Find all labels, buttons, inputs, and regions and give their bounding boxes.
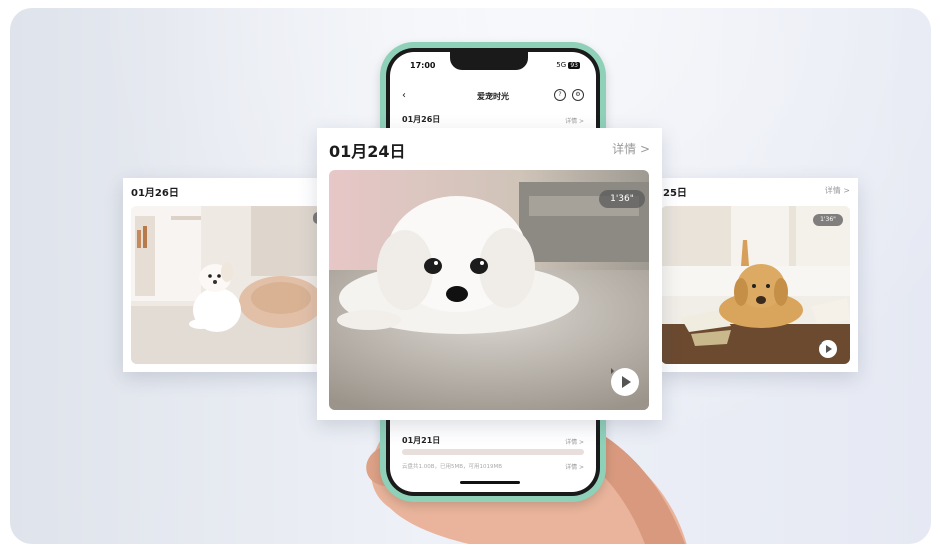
duration-badge-right: 1'36" <box>813 214 843 226</box>
status-time: 17:00 <box>410 61 436 70</box>
battery-icon: 93 <box>568 62 580 69</box>
dog-photo-left <box>131 206 321 364</box>
card-left[interactable]: 01月26日 <box>123 178 323 372</box>
storage-detail-link[interactable]: 详情 > <box>565 462 584 471</box>
network-label: 5G <box>556 61 567 69</box>
storage-info: 云盘共1.00B，已用5MB，可用1019MB <box>402 464 503 470</box>
list-detail-link-bottom[interactable]: 详情 > <box>565 437 584 446</box>
hero-banner: 17:00 5G 93 ‹ 爱宠时光 ? ⚙ 01月26日 详情 > 01月21… <box>10 8 931 544</box>
card-right[interactable]: 25日 详情 > 1'36" <box>655 178 858 372</box>
list-detail-link-top[interactable]: 详情 > <box>565 116 584 125</box>
card-right-detail-link[interactable]: 详情 > <box>825 185 850 196</box>
play-icon-center[interactable] <box>611 368 639 396</box>
card-center-date: 01月24日 <box>329 142 406 161</box>
help-icon[interactable]: ? <box>554 89 566 101</box>
dog-photo-center <box>329 170 649 410</box>
card-right-date: 25日 <box>663 188 687 199</box>
phone-notch <box>450 52 528 70</box>
card-center-detail-link[interactable]: 详情 > <box>612 140 650 157</box>
duration-badge-center: 1'36" <box>599 190 645 208</box>
card-left-photo[interactable] <box>131 206 321 364</box>
card-center[interactable]: 01月24日 详情 > 1'36" <box>317 128 662 420</box>
list-date-top: 01月26日 <box>402 115 441 124</box>
card-left-date: 01月26日 <box>131 188 179 199</box>
home-indicator <box>460 481 520 484</box>
list-date-bottom: 01月21日 <box>402 436 441 445</box>
list-thumb-bottom[interactable] <box>402 449 584 455</box>
card-center-photo[interactable] <box>329 170 649 410</box>
play-icon-right[interactable] <box>819 340 837 358</box>
settings-icon[interactable]: ⚙ <box>572 89 584 101</box>
status-signal: 5G 93 <box>556 61 580 69</box>
